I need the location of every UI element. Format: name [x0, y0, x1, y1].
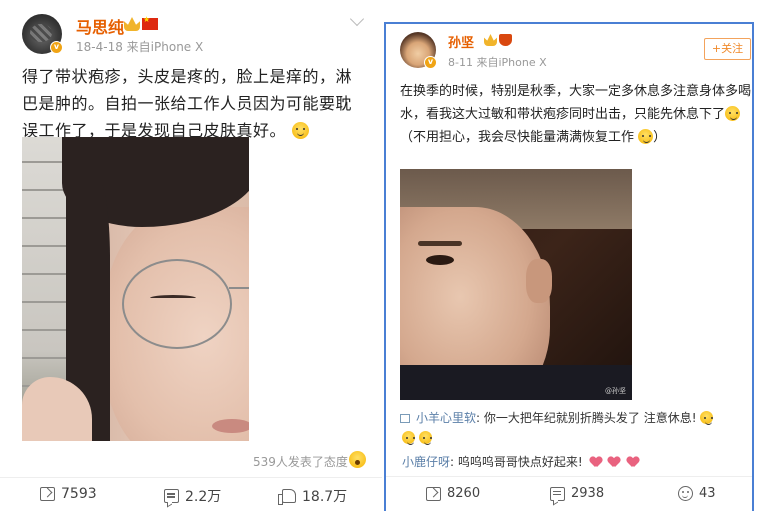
- wow-emoji-icon[interactable]: [349, 451, 366, 468]
- eyebrow: [418, 241, 462, 246]
- smile-emoji-icon: [700, 411, 714, 425]
- comment-icon: [400, 414, 410, 423]
- post-text-end: ）: [653, 130, 667, 145]
- repost-icon: [40, 487, 55, 501]
- post-photo[interactable]: @孙坚: [400, 169, 632, 400]
- smile-emoji-icon: [291, 122, 309, 139]
- comments-preview: 小羊心里软: 你一大把年纪就别折腾头发了 注意休息! 小鹿仔呀: 呜呜呜哥哥快点…: [400, 408, 752, 472]
- verified-badge-icon: v: [50, 41, 63, 54]
- commenter-name[interactable]: 小鹿仔呀: [402, 455, 450, 469]
- lips: [212, 419, 249, 433]
- like-count: 18.7万: [302, 489, 348, 505]
- comment-icon: [164, 489, 179, 503]
- heart-icon: [590, 457, 602, 467]
- like-icon: [278, 489, 296, 505]
- post-date: 18-4-18: [76, 40, 123, 54]
- verified-badge-icon: v: [424, 56, 437, 69]
- repost-count: 8260: [447, 486, 481, 501]
- post-source: 来自iPhone X: [126, 40, 204, 54]
- follow-button[interactable]: +关注: [704, 38, 751, 60]
- username[interactable]: 孙坚: [448, 32, 474, 51]
- post-text: 在换季的时候，特别是秋季，大家一定多休息多注意身体多喝水，看我这大过敏和带状疱疹…: [400, 80, 752, 149]
- divider: [386, 476, 752, 477]
- glasses: [122, 259, 232, 349]
- post-text-aside: （不用担心，我会尽快能量满满恢复工作: [400, 130, 635, 145]
- comment-item[interactable]: 小鹿仔呀: 呜呜呜哥哥快点好起来!: [400, 452, 752, 472]
- like-count: 43: [699, 486, 716, 501]
- repost-count: 7593: [61, 486, 97, 502]
- crown-icon: [484, 34, 497, 46]
- post-text: 得了带状疱疹，头皮是疼的，脸上是痒的，淋巴是肿的。自拍一张给工作人员因为可能要耽…: [22, 63, 367, 144]
- photo-watermark: @孙坚: [605, 387, 626, 395]
- post-meta: 8-11 来自iPhone X: [448, 54, 547, 70]
- glasses-bridge: [229, 287, 249, 289]
- comment-count: 2938: [571, 486, 605, 501]
- like-button[interactable]: 18.7万: [278, 486, 348, 506]
- heart-icon: [608, 457, 620, 467]
- post-photo[interactable]: [22, 137, 249, 441]
- divider: [0, 477, 382, 478]
- username[interactable]: 马思纯: [76, 14, 124, 38]
- heart-icon: [627, 457, 639, 467]
- repost-button[interactable]: 8260: [426, 486, 480, 501]
- laugh-emoji-icon: [725, 106, 741, 121]
- post-text-body: 在换季的时候，特别是秋季，大家一定多休息多注意身体多喝水，看我这大过敏和带状疱疹…: [400, 84, 752, 122]
- smile-emoji-icon: [418, 431, 432, 445]
- comment-item[interactable]: 小羊心里软: 你一大把年纪就别折腾头发了 注意休息!: [400, 408, 752, 448]
- ear: [526, 259, 552, 303]
- smile-emoji-icon: [402, 431, 415, 445]
- commenter-name[interactable]: 小羊心里软: [416, 411, 476, 425]
- flag-icon: [142, 15, 158, 30]
- repost-button[interactable]: 7593: [40, 486, 97, 502]
- shirt: [400, 365, 632, 400]
- post-source: 来自iPhone X: [476, 56, 547, 69]
- like-button[interactable]: 43: [678, 486, 716, 501]
- weibo-post-left: v 马思纯 18-4-18 来自iPhone X 得了带状疱疹，头皮是疼的，脸上…: [0, 0, 382, 511]
- tongue-emoji-icon: [638, 129, 654, 144]
- comment-text: : 呜呜呜哥哥快点好起来!: [450, 455, 583, 469]
- smile-icon: [678, 486, 693, 501]
- comment-button[interactable]: 2938: [550, 486, 604, 501]
- reaction-summary[interactable]: 539人发表了态度: [253, 453, 348, 470]
- comment-count: 2.2万: [185, 489, 222, 505]
- chevron-down-icon[interactable]: [349, 11, 365, 27]
- comment-text: : 你一大把年纪就别折腾头发了 注意休息!: [476, 411, 697, 425]
- repost-icon: [426, 486, 441, 501]
- crown-icon: [124, 17, 140, 31]
- comment-button[interactable]: 2.2万: [164, 486, 221, 506]
- medal-icon: [499, 34, 512, 46]
- comment-icon: [550, 486, 565, 501]
- eye: [426, 255, 454, 265]
- post-meta: 18-4-18 来自iPhone X: [76, 38, 203, 55]
- eye: [150, 295, 196, 301]
- post-date: 8-11: [448, 56, 473, 69]
- weibo-post-right: v 孙坚 8-11 来自iPhone X +关注 在换季的时候，特别是秋季，大家…: [384, 22, 754, 511]
